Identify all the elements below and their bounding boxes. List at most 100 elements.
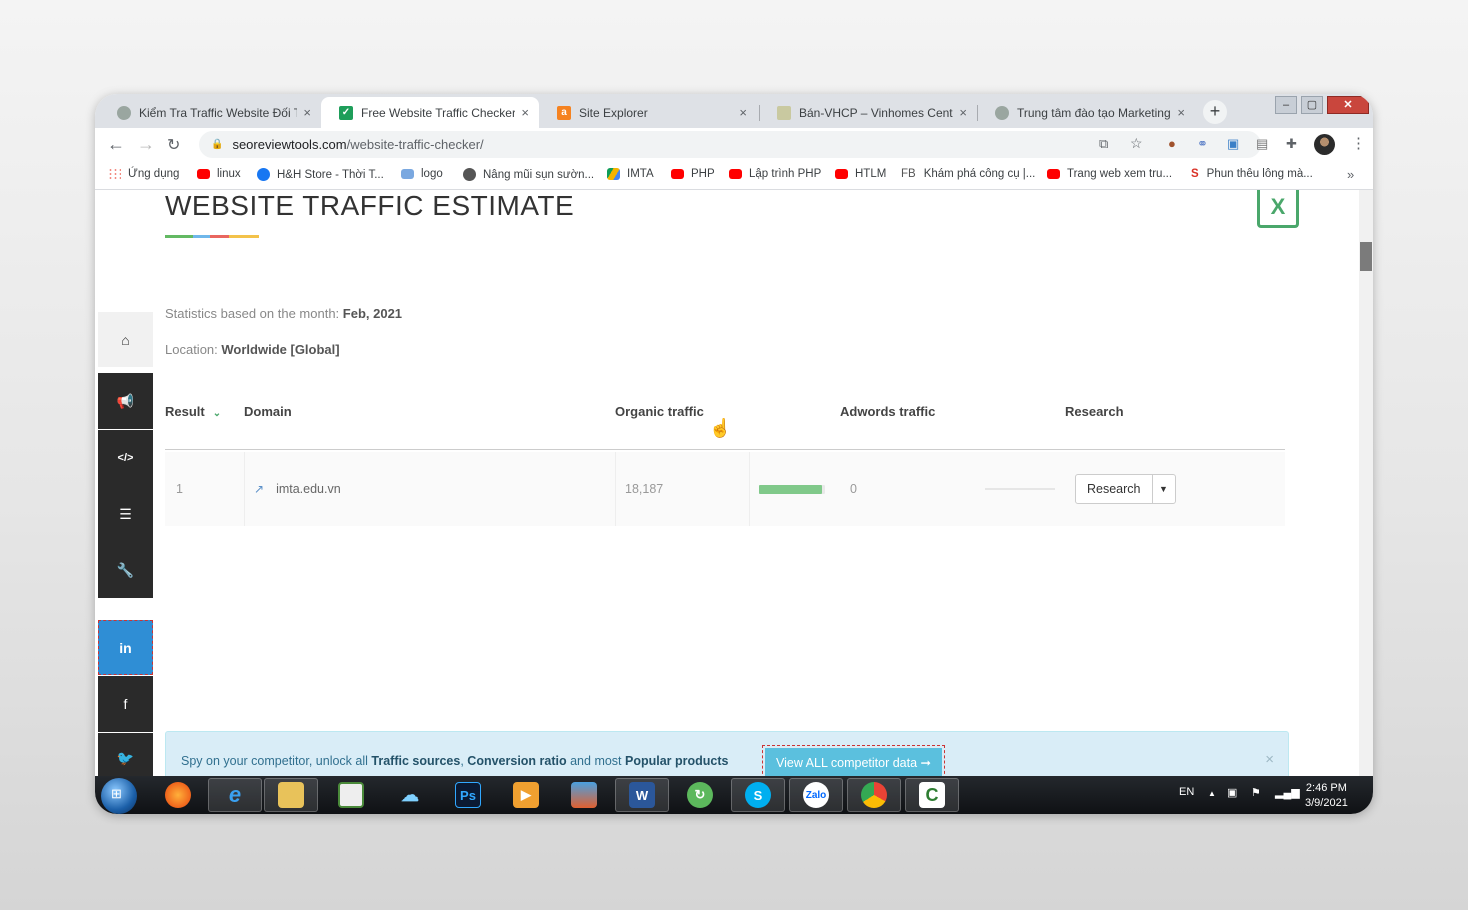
title-underline (165, 235, 259, 238)
taskbar-word[interactable]: W (615, 778, 669, 812)
tab-free-website-traffic-checker[interactable]: ✓ Free Website Traffic Checker - T × (321, 97, 539, 128)
action-center-flag-icon[interactable]: ⚑ (1251, 786, 1261, 799)
bookmark-hh-store[interactable]: H&H Store - Thời T... (257, 168, 391, 181)
tab-ban-vhcp[interactable]: Bán-VHCP – Vinhomes Central × (759, 97, 977, 128)
tab-title: Free Website Traffic Checker - T (361, 105, 516, 120)
bookmark-phun-theu[interactable]: S Phun thêu lông mà... (1191, 168, 1320, 180)
maximize-button[interactable]: ▢ (1301, 96, 1323, 114)
taskbar-firefox[interactable] (151, 778, 205, 812)
back-arrow-icon[interactable]: ← (107, 134, 125, 155)
show-hidden-icons-icon[interactable]: ▲ (1208, 789, 1216, 798)
bookmark-kham-pha[interactable]: FB Khám phá công cụ |... (901, 168, 1042, 180)
bookmark-lap-trinh-php[interactable]: Lập trình PHP (729, 168, 828, 180)
stats-location: Location: Worldwide [Global] (165, 342, 340, 357)
extension-box-icon[interactable]: ▣ (1227, 136, 1239, 152)
view-all-competitor-data-button[interactable]: View ALL competitor data ➞ (762, 745, 946, 776)
external-link-icon[interactable]: ↗ (254, 482, 264, 496)
tab-title: Bán-VHCP – Vinhomes Central (799, 105, 954, 120)
sidebar-code-button[interactable]: </> (98, 430, 153, 486)
bookmark-php[interactable]: PHP (671, 168, 722, 180)
taskbar-image-viewer[interactable] (557, 778, 611, 812)
app-window-icon (338, 782, 364, 808)
share-linkedin-button[interactable]: in (98, 620, 153, 675)
bookmark-logo[interactable]: logo (401, 168, 450, 180)
excel-export-icon[interactable]: X (1257, 190, 1299, 228)
hand-cursor-icon: ☝ (709, 418, 732, 438)
more-bookmarks-icon[interactable]: » (1347, 167, 1354, 182)
dropdown-caret-icon[interactable]: ▼ (1151, 475, 1175, 503)
organic-traffic-bar (759, 452, 825, 526)
network-signal-icon[interactable]: ▂▄▆ (1275, 786, 1300, 799)
play-icon: ▶ (513, 782, 539, 808)
taskbar-zalo[interactable]: Zalo (789, 778, 843, 812)
scrollbar-thumb[interactable] (1360, 242, 1372, 271)
share-facebook-button[interactable]: f (98, 676, 153, 732)
taskbar-file-explorer[interactable] (264, 778, 318, 812)
taskbar-network-app[interactable]: ☁ (383, 778, 437, 812)
sidebar-list-button[interactable]: ☰ (98, 486, 153, 542)
taskbar-photoshop[interactable]: Ps (441, 778, 495, 812)
cloud-icon: ☁ (401, 784, 419, 805)
system-clock[interactable]: 2:46 PM 3/9/2021 (1305, 781, 1348, 811)
taskbar-camtasia[interactable]: C (905, 778, 959, 812)
close-icon[interactable]: × (739, 105, 747, 120)
window-close-button[interactable]: ✕ (1327, 96, 1369, 114)
research-button[interactable]: Research ▼ (1075, 474, 1176, 504)
extension-icon[interactable]: ● (1168, 136, 1176, 151)
new-tab-button[interactable]: + (1203, 100, 1227, 124)
close-icon[interactable]: × (303, 105, 311, 120)
device-icon[interactable]: ▣ (1227, 786, 1237, 799)
youtube-icon (729, 169, 742, 179)
language-indicator[interactable]: EN (1179, 786, 1194, 798)
taskbar-app-window[interactable] (324, 778, 378, 812)
view-all-competitor-data-label[interactable]: View ALL competitor data ➞ (765, 748, 943, 776)
extension-code-icon[interactable]: ▤ (1256, 136, 1268, 152)
page-scrollbar[interactable] (1359, 190, 1373, 776)
close-icon[interactable]: × (1177, 105, 1185, 120)
cell-divider (615, 452, 616, 526)
header-result[interactable]: Result ⌄ (165, 404, 221, 419)
taskbar-chrome[interactable] (847, 778, 901, 812)
profile-avatar[interactable] (1314, 134, 1335, 155)
adwords-bar-empty (985, 488, 1055, 490)
row-domain[interactable]: imta.edu.vn (276, 482, 341, 496)
share-twitter-button[interactable]: 🐦 (98, 733, 153, 776)
close-icon[interactable]: × (1265, 751, 1274, 768)
lock-icon: 🔒 (211, 139, 224, 150)
tab-site-explorer[interactable]: a Site Explorer × (539, 97, 757, 128)
sidebar-announce-button[interactable]: 📢 (98, 373, 153, 429)
taskbar-green-app[interactable]: ↻ (673, 778, 727, 812)
close-icon[interactable]: × (959, 105, 967, 120)
taskbar-skype[interactable]: S (731, 778, 785, 812)
row-rank: 1 (176, 482, 183, 496)
taskbar-media-player[interactable]: ▶ (499, 778, 553, 812)
reload-icon[interactable]: ↻ (167, 135, 180, 155)
fb-text-icon: FB (901, 168, 916, 180)
tab-kiem-tra-traffic[interactable]: Kiểm Tra Traffic Website Đối Th × (99, 97, 321, 128)
image-viewer-icon (571, 782, 597, 808)
apps-grid-icon (108, 168, 121, 180)
bookmark-imta[interactable]: IMTA (607, 168, 661, 180)
forward-arrow-icon[interactable]: → (137, 134, 155, 155)
sidebar-tools-button[interactable]: 🔧 (98, 542, 153, 598)
youtube-icon (835, 169, 848, 179)
bookmark-star-icon[interactable]: ☆ (1130, 135, 1143, 152)
menu-kebab-icon[interactable]: ⋮ (1351, 134, 1366, 152)
bookmark-linux[interactable]: linux (197, 168, 248, 180)
bookmark-htlm[interactable]: HTLM (835, 168, 893, 180)
header-organic-traffic: Organic traffic (615, 404, 704, 419)
bookmark-trang-web[interactable]: Trang web xem tru... (1047, 168, 1179, 180)
clock-time: 2:46 PM (1305, 782, 1347, 794)
extension-link-icon[interactable]: ⚭ (1197, 136, 1208, 152)
close-icon[interactable]: × (521, 105, 529, 120)
translate-icon[interactable]: ⧉ (1099, 136, 1108, 152)
bookmark-nang-mui[interactable]: Nâng mũi sụn sườn... (463, 168, 601, 181)
bookmark-ung-dung[interactable]: Ứng dụng (108, 168, 186, 180)
tab-trung-tam-dao-tao[interactable]: Trung tâm đào tạo Marketing C × (977, 97, 1195, 128)
research-button-label[interactable]: Research (1076, 475, 1152, 503)
puzzle-extensions-icon[interactable]: ✚ (1286, 136, 1297, 152)
taskbar-internet-explorer[interactable]: e (208, 778, 262, 812)
tab-title: Trung tâm đào tạo Marketing C (1017, 105, 1172, 120)
sidebar-home-button[interactable]: ⌂ (98, 312, 153, 367)
minimize-button[interactable]: – (1275, 96, 1297, 114)
